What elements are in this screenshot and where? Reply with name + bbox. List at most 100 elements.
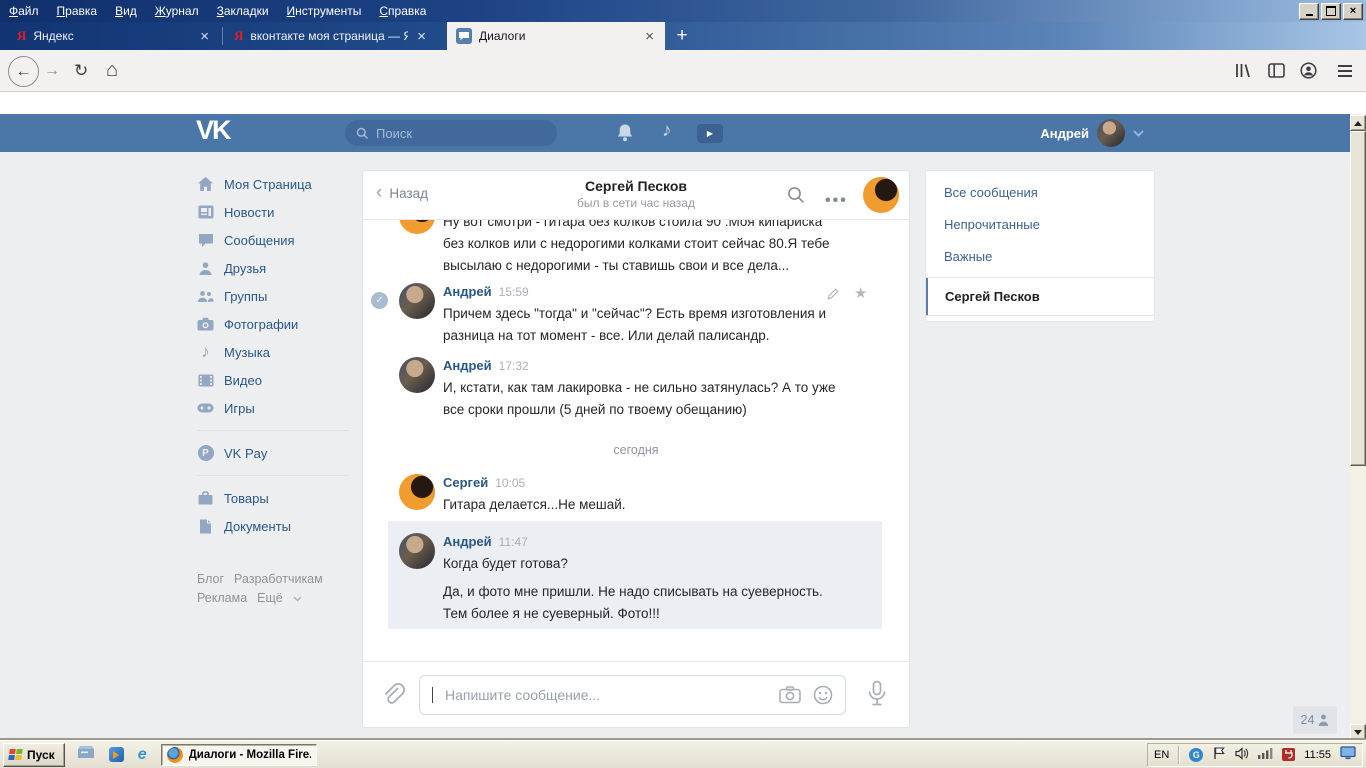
language-indicator[interactable]: EN (1154, 749, 1169, 761)
back-icon[interactable]: ← (8, 56, 39, 87)
screen: Файл Правка Вид Журнал Закладки Инструме… (0, 0, 1366, 768)
yandex-favicon: Я (17, 28, 27, 43)
vk-search[interactable]: Поиск (345, 120, 557, 146)
sidebar-item-games[interactable]: Игры (197, 394, 349, 422)
user-name: Андрей (1040, 125, 1089, 141)
music-icon[interactable]: ♪ (662, 120, 672, 142)
filter-all-messages[interactable]: Все сообщения (926, 176, 1154, 208)
filter-important[interactable]: Важные (926, 240, 1154, 272)
user-menu[interactable]: Андрей (1040, 119, 1144, 147)
close-icon[interactable]: × (1343, 2, 1363, 20)
footer-link-blog[interactable]: Блог (197, 572, 224, 586)
scrollbar-thumb[interactable] (1350, 131, 1366, 466)
home-icon[interactable]: ⌂ (106, 59, 118, 82)
library-icon[interactable] (1234, 62, 1252, 79)
footer-link-ads[interactable]: Реклама (197, 591, 247, 605)
restore-icon[interactable] (1321, 2, 1341, 20)
sidebar-item-news[interactable]: Новости (197, 198, 349, 226)
forward-icon[interactable]: → (44, 62, 60, 80)
tab-yandex[interactable]: Я Яндекс × (8, 22, 220, 50)
camera-icon[interactable] (779, 686, 801, 704)
active-dialog-item[interactable]: Сергей Песков (926, 278, 1154, 316)
message-placeholder: Напишите сообщение... (445, 687, 601, 703)
message-line: Причем здесь "тогда" и "сейчас"? Есть вр… (443, 306, 826, 321)
browser-scrollbar[interactable] (1350, 115, 1366, 740)
online-friends-badge[interactable]: 24 (1293, 706, 1337, 734)
emoji-icon[interactable] (813, 685, 833, 705)
video-icon[interactable]: ▶ (697, 124, 723, 143)
menu-edit[interactable]: Правка (48, 0, 107, 22)
show-desktop-icon[interactable] (77, 745, 95, 765)
sidebar-item-goods[interactable]: Товары (197, 484, 349, 512)
divider (197, 475, 349, 476)
taskbar-window-button[interactable]: Диалоги - Mozilla Fire... (160, 743, 317, 766)
volume-icon[interactable] (1235, 746, 1249, 763)
scroll-down-icon[interactable] (1350, 724, 1366, 740)
menu-icon[interactable] (1338, 65, 1352, 77)
footer-link-developers[interactable]: Разработчикам (234, 572, 323, 586)
network-signal-icon[interactable] (1258, 747, 1273, 762)
sidebar-item-video[interactable]: Видео (197, 366, 349, 394)
message-author[interactable]: Сергей (443, 475, 488, 490)
avatar[interactable] (399, 357, 435, 393)
dialog-avatar[interactable] (863, 177, 899, 213)
person-icon (1319, 714, 1329, 726)
internet-explorer-icon[interactable]: e (138, 746, 147, 763)
sidebar-item-messages[interactable]: Сообщения (197, 226, 349, 254)
menu-tools[interactable]: Инструменты (278, 0, 371, 22)
online-count: 24 (1300, 713, 1315, 727)
vk-logo[interactable]: VK (196, 115, 231, 146)
sidebar-icon[interactable] (1268, 63, 1285, 78)
avatar[interactable] (399, 283, 435, 319)
tab-dialogs[interactable]: Диалоги × (447, 22, 665, 50)
footer-link-more[interactable]: Ещё (257, 591, 283, 605)
menu-help[interactable]: Справка (370, 0, 435, 22)
scroll-up-icon[interactable] (1350, 115, 1366, 131)
sidebar-item-photos[interactable]: Фотографии (197, 310, 349, 338)
start-button[interactable]: Пуск (3, 742, 65, 767)
tab-close-icon[interactable]: × (415, 29, 428, 44)
clock[interactable]: 11:55 (1304, 749, 1331, 761)
avatar[interactable] (399, 533, 435, 569)
minimize-icon[interactable] (1299, 2, 1319, 20)
media-player-icon[interactable] (108, 747, 124, 762)
attach-icon[interactable] (380, 681, 405, 713)
message-author[interactable]: Андрей (443, 534, 492, 549)
star-icon[interactable]: ★ (854, 284, 867, 302)
document-icon (197, 519, 214, 534)
sidebar-item-friends[interactable]: Друзья (197, 254, 349, 282)
avatar[interactable] (399, 474, 435, 510)
filter-unread[interactable]: Непрочитанные (926, 208, 1154, 240)
new-tab-button[interactable]: + (665, 22, 699, 50)
reload-icon[interactable]: ↻ (74, 61, 88, 81)
menu-history[interactable]: Журнал (146, 0, 208, 22)
yandex-favicon: Я (234, 28, 244, 43)
friends-icon (197, 261, 214, 276)
edit-icon[interactable] (826, 287, 840, 306)
message-author[interactable]: Андрей (443, 358, 492, 373)
power-plug-icon[interactable] (1282, 748, 1296, 761)
sidebar-item-documents[interactable]: Документы (197, 512, 349, 540)
message-author[interactable]: Андрей (443, 284, 492, 299)
message-line: Когда будет готова? (443, 556, 568, 571)
more-icon[interactable]: ••• (825, 192, 848, 210)
menu-bookmarks[interactable]: Закладки (208, 0, 278, 22)
monitor-icon[interactable] (1340, 746, 1356, 763)
sidebar-item-vkpay[interactable]: P VK Pay (197, 439, 349, 467)
menu-view[interactable]: Вид (106, 0, 146, 22)
tray-app-icon[interactable]: G (1189, 747, 1204, 762)
flag-icon[interactable] (1212, 746, 1226, 763)
search-icon[interactable] (787, 186, 805, 209)
sidebar-item-groups[interactable]: Группы (197, 282, 349, 310)
tab-close-icon[interactable]: × (643, 29, 656, 44)
menu-file[interactable]: Файл (0, 0, 48, 22)
sidebar-item-music[interactable]: ♪ Музыка (197, 338, 349, 366)
account-icon[interactable] (1300, 62, 1317, 79)
sidebar-item-my-page[interactable]: Моя Страница (197, 170, 349, 198)
tab-close-icon[interactable]: × (198, 29, 211, 44)
message-line: все сроки прошли (5 дней по твоему обеща… (443, 402, 747, 417)
tab-vk-page[interactable]: Я вконтакте моя страница — Янд × (225, 22, 437, 50)
mic-icon[interactable] (866, 680, 888, 713)
message-input[interactable]: Напишите сообщение... (419, 675, 846, 715)
bell-icon[interactable] (616, 123, 634, 147)
